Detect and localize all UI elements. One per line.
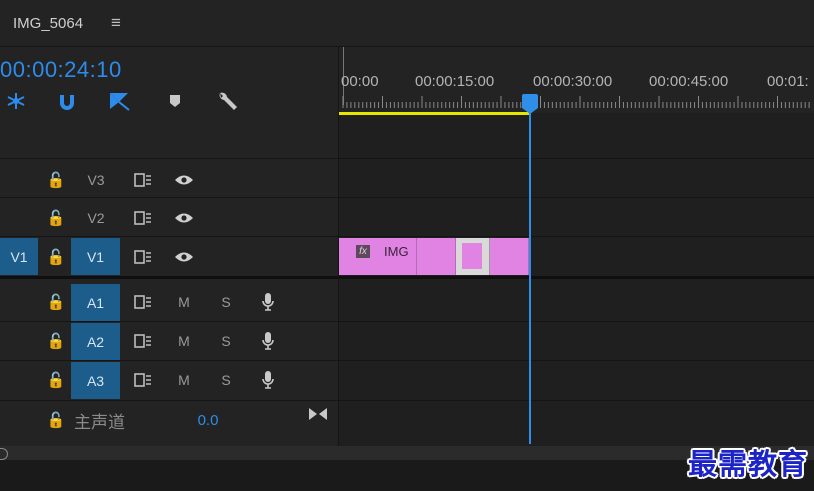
- ruler-label: 00:00:45:00: [649, 73, 729, 90]
- solo-button[interactable]: S: [212, 366, 240, 394]
- mute-button[interactable]: M: [170, 327, 198, 355]
- track-label-v1[interactable]: V1: [71, 238, 120, 275]
- master-volume-value[interactable]: 0.0: [190, 406, 226, 434]
- playhead-handle[interactable]: [522, 94, 538, 108]
- mute-button[interactable]: M: [170, 366, 198, 394]
- lock-icon[interactable]: 🔓: [44, 329, 68, 353]
- sync-lock-icon[interactable]: [128, 366, 158, 394]
- playhead-line[interactable]: [529, 104, 531, 444]
- go-to-in-out-icon[interactable]: [304, 402, 332, 426]
- track-label-v2[interactable]: V2: [72, 204, 120, 232]
- track-label-a1[interactable]: A1: [71, 284, 120, 321]
- master-track-label: 主声道: [74, 412, 125, 432]
- track-separator: [0, 360, 814, 361]
- solo-button[interactable]: S: [212, 327, 240, 355]
- watermark-text: 最需教育: [687, 447, 808, 481]
- source-patch-v1[interactable]: V1: [0, 238, 38, 275]
- linked-selection-icon[interactable]: [55, 90, 79, 112]
- sync-lock-icon[interactable]: [128, 204, 158, 232]
- work-area-bar[interactable]: [339, 112, 529, 115]
- clip-thumbnail: [462, 243, 482, 269]
- ruler-label: 00:01:: [767, 73, 809, 90]
- lock-icon[interactable]: 🔓: [44, 408, 68, 432]
- ruler-ticks: [342, 96, 810, 108]
- ruler-label: 00:00:30:00: [533, 73, 613, 90]
- add-marker-icon[interactable]: [107, 90, 131, 112]
- lock-icon[interactable]: 🔓: [44, 368, 68, 392]
- marker-icon[interactable]: [163, 90, 187, 112]
- wrench-icon[interactable]: [215, 90, 239, 112]
- microphone-icon[interactable]: [254, 366, 282, 394]
- ruler-label: 00:00: [341, 73, 379, 90]
- track-label-a2[interactable]: A2: [71, 323, 120, 360]
- track-separator: [0, 158, 814, 159]
- solo-button[interactable]: S: [212, 288, 240, 316]
- hamburger-icon[interactable]: ≡: [111, 13, 121, 33]
- video-clip[interactable]: [417, 238, 456, 275]
- lock-icon[interactable]: 🔓: [44, 290, 68, 314]
- sync-lock-icon[interactable]: [128, 288, 158, 316]
- ruler-label: 00:00:15:00: [415, 73, 495, 90]
- lock-icon[interactable]: 🔓: [44, 245, 68, 269]
- fx-badge: fx: [356, 245, 370, 258]
- track-separator: [0, 197, 814, 198]
- eye-icon[interactable]: [168, 243, 200, 271]
- track-label-v3[interactable]: V3: [72, 166, 120, 194]
- track-separator: [0, 400, 814, 401]
- microphone-icon[interactable]: [254, 288, 282, 316]
- track-separator: [0, 321, 814, 322]
- clip-name: IMG: [384, 244, 409, 259]
- mute-button[interactable]: M: [170, 288, 198, 316]
- sync-lock-icon[interactable]: [128, 166, 158, 194]
- track-separator: [0, 236, 814, 237]
- playhead-timecode[interactable]: 00:00:24:10: [0, 57, 122, 83]
- sequence-tab-bar: [0, 0, 814, 47]
- sequence-tab-title[interactable]: IMG_5064: [13, 15, 83, 32]
- video-clip[interactable]: [490, 238, 529, 275]
- eye-icon[interactable]: [168, 204, 200, 232]
- lock-icon[interactable]: 🔓: [44, 168, 68, 192]
- video-audio-divider: [0, 276, 814, 279]
- eye-icon[interactable]: [168, 166, 200, 194]
- microphone-icon[interactable]: [254, 327, 282, 355]
- snap-icon[interactable]: [4, 90, 28, 112]
- playhead-tip: [522, 108, 538, 114]
- track-label-a3[interactable]: A3: [71, 362, 120, 399]
- lock-icon[interactable]: 🔓: [44, 206, 68, 230]
- sync-lock-icon[interactable]: [128, 327, 158, 355]
- sync-lock-icon[interactable]: [128, 243, 158, 271]
